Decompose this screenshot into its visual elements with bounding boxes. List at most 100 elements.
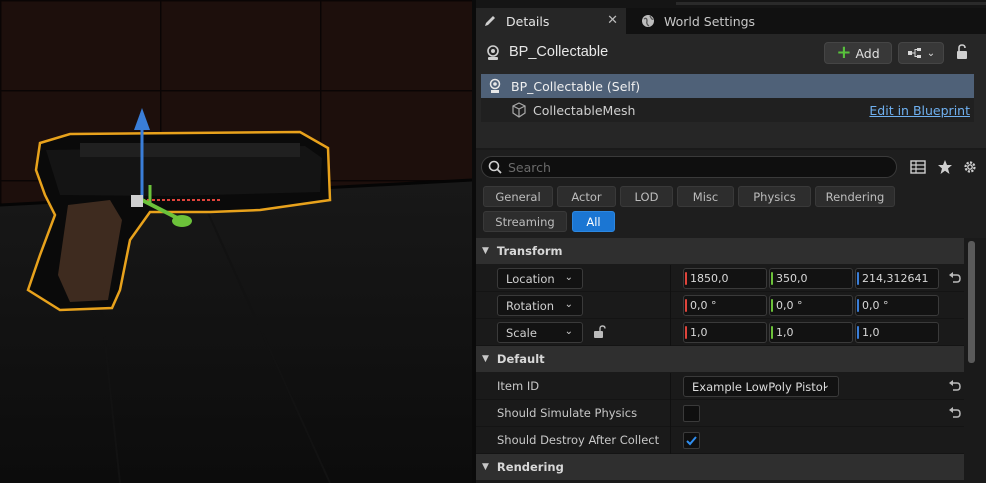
globe-icon bbox=[640, 13, 656, 29]
star-icon[interactable] bbox=[937, 159, 953, 175]
scale-label: Scale bbox=[506, 325, 537, 340]
filter-all[interactable]: All bbox=[572, 211, 615, 232]
section-transform[interactable]: ▼ Transform bbox=[476, 238, 964, 264]
reset-to-default-icon[interactable] bbox=[948, 379, 962, 393]
x-axis-marker bbox=[685, 272, 687, 285]
actor-name: BP_Collectable bbox=[509, 44, 609, 60]
chevron-down-icon: ⌄ bbox=[821, 380, 830, 391]
caret-down-icon: ▼ bbox=[482, 354, 489, 364]
simulate-physics-checkbox[interactable] bbox=[683, 405, 700, 422]
location-x-value: 1850,0 bbox=[690, 272, 729, 285]
chevron-down-icon: ⌄ bbox=[564, 272, 573, 283]
rotation-mode-dropdown[interactable]: Rotation ⌄ bbox=[497, 295, 583, 316]
section-transform-label: Transform bbox=[496, 244, 563, 258]
add-button-label: Add bbox=[855, 45, 880, 61]
rotation-y-field[interactable]: 0,0 ° bbox=[769, 295, 853, 316]
section-default-label: Default bbox=[496, 352, 545, 366]
location-y-value: 350,0 bbox=[776, 272, 808, 285]
property-row-destroy-after-collect: Should Destroy After Collect bbox=[476, 427, 964, 454]
caret-down-icon: ▼ bbox=[482, 246, 489, 256]
blueprint-options-button[interactable]: ⌄ bbox=[898, 42, 944, 64]
actor-icon bbox=[489, 78, 501, 93]
property-row-location: Location ⌄ 1850,0 350,0 214,312641 bbox=[476, 265, 964, 292]
gear-icon[interactable] bbox=[962, 159, 978, 175]
tab-details-label: Details bbox=[506, 13, 550, 29]
search-icon bbox=[488, 160, 502, 174]
x-axis-marker bbox=[685, 299, 687, 312]
location-mode-dropdown[interactable]: Location ⌄ bbox=[497, 268, 583, 289]
filter-misc[interactable]: Misc bbox=[677, 186, 734, 207]
scrollbar-thumb[interactable] bbox=[968, 241, 975, 363]
section-default[interactable]: ▼ Default bbox=[476, 346, 964, 372]
x-axis-marker bbox=[685, 326, 687, 339]
components-tree: BP_Collectable (Self) CollectableMesh Ed… bbox=[476, 72, 986, 148]
scale-x-value: 1,0 bbox=[690, 326, 708, 339]
location-label: Location bbox=[506, 271, 555, 286]
blueprint-icon bbox=[907, 48, 921, 58]
edit-in-blueprint-link[interactable]: Edit in Blueprint bbox=[869, 103, 970, 118]
tab-details[interactable]: Details ✕ bbox=[476, 8, 626, 34]
search-box[interactable] bbox=[481, 156, 897, 178]
panel-top-strip bbox=[476, 0, 986, 8]
destroy-after-collect-checkbox[interactable] bbox=[683, 432, 700, 449]
component-mesh-label: CollectableMesh bbox=[533, 102, 636, 118]
actor-header: BP_Collectable + Add ⌄ bbox=[476, 34, 986, 72]
filter-general[interactable]: General bbox=[483, 186, 553, 207]
scale-y-field[interactable]: 1,0 bbox=[769, 322, 853, 343]
column-divider[interactable] bbox=[670, 265, 671, 292]
scale-z-field[interactable]: 1,0 bbox=[855, 322, 939, 343]
tab-world-settings[interactable]: World Settings bbox=[628, 8, 788, 34]
column-divider[interactable] bbox=[670, 427, 671, 454]
filter-rendering[interactable]: Rendering bbox=[815, 186, 895, 207]
close-icon[interactable]: ✕ bbox=[607, 13, 618, 28]
unlock-icon[interactable] bbox=[592, 325, 606, 339]
component-item-mesh[interactable]: CollectableMesh Edit in Blueprint bbox=[481, 98, 974, 122]
checkmark-icon bbox=[686, 436, 697, 446]
chevron-down-icon: ⌄ bbox=[564, 299, 573, 310]
scale-mode-dropdown[interactable]: Scale ⌄ bbox=[497, 322, 583, 343]
y-axis-marker bbox=[771, 326, 773, 339]
column-divider[interactable] bbox=[670, 319, 671, 346]
search-input[interactable] bbox=[508, 159, 868, 175]
column-divider[interactable] bbox=[670, 400, 671, 427]
component-item-self[interactable]: BP_Collectable (Self) bbox=[481, 74, 974, 98]
reset-to-default-icon[interactable] bbox=[948, 406, 962, 420]
property-row-simulate-physics: Should Simulate Physics bbox=[476, 400, 964, 427]
drag-grip[interactable] bbox=[676, 2, 986, 5]
static-mesh-icon bbox=[512, 102, 526, 118]
table-view-icon[interactable] bbox=[910, 159, 926, 175]
lock-icon[interactable] bbox=[954, 44, 970, 60]
property-row-rotation: Rotation ⌄ 0,0 ° 0,0 ° 0,0 ° bbox=[476, 292, 964, 319]
rotation-z-field[interactable]: 0,0 ° bbox=[855, 295, 939, 316]
tab-world-settings-label: World Settings bbox=[664, 13, 756, 29]
filter-streaming[interactable]: Streaming bbox=[483, 211, 567, 232]
item-id-dropdown[interactable]: Example LowPoly Pistol ⌄ bbox=[683, 376, 839, 397]
column-divider[interactable] bbox=[670, 373, 671, 400]
scale-y-value: 1,0 bbox=[776, 326, 794, 339]
details-panel: Details ✕ World Settings BP_Collectable … bbox=[476, 0, 986, 483]
filter-physics[interactable]: Physics bbox=[738, 186, 811, 207]
location-z-field[interactable]: 214,312641 bbox=[855, 268, 939, 289]
actor-icon bbox=[487, 45, 499, 60]
scale-x-field[interactable]: 1,0 bbox=[683, 322, 767, 343]
plus-icon: + bbox=[836, 42, 852, 63]
location-y-field[interactable]: 350,0 bbox=[769, 268, 853, 289]
filter-lod[interactable]: LOD bbox=[620, 186, 673, 207]
rotation-z-value: 0,0 ° bbox=[862, 299, 889, 312]
column-divider[interactable] bbox=[670, 292, 671, 319]
location-z-value: 214,312641 bbox=[862, 272, 929, 285]
y-axis-marker bbox=[771, 272, 773, 285]
location-x-field[interactable]: 1850,0 bbox=[683, 268, 767, 289]
rotation-x-field[interactable]: 0,0 ° bbox=[683, 295, 767, 316]
reset-to-default-icon[interactable] bbox=[948, 271, 962, 285]
filter-categories: General Actor LOD Misc Physics Rendering… bbox=[476, 184, 986, 238]
rotation-y-value: 0,0 ° bbox=[776, 299, 803, 312]
filter-actor[interactable]: Actor bbox=[557, 186, 616, 207]
chevron-down-icon: ⌄ bbox=[926, 47, 936, 59]
add-component-button[interactable]: + Add bbox=[824, 42, 892, 64]
simulate-physics-label: Should Simulate Physics bbox=[497, 406, 638, 420]
section-rendering[interactable]: ▼ Rendering bbox=[476, 454, 964, 480]
level-viewport[interactable] bbox=[0, 0, 472, 483]
viewport-scene bbox=[0, 0, 472, 483]
section-rendering-label: Rendering bbox=[496, 460, 564, 474]
